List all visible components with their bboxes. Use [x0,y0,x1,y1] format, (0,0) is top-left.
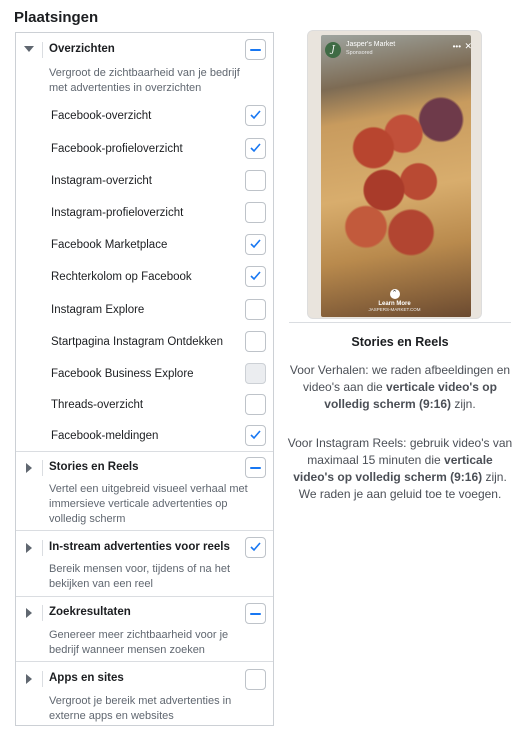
minus-icon [250,467,261,469]
group-desc-instream: Bereik mensen voor, tijdens of na het be… [49,563,230,590]
divider [16,451,273,452]
close-icon: ✕ [464,41,472,51]
check-icon [250,110,261,120]
checkbox-stories[interactable] [245,457,266,478]
p1-end: zijn. [451,397,476,411]
placements-panel: Overzichten Vergroot de zichtbaarheid va… [15,32,274,726]
placement-checkbox[interactable] [245,266,266,287]
checkbox-zoek[interactable] [245,603,266,624]
check-icon [250,542,261,552]
divider [42,42,43,58]
group-header-zoek[interactable]: Zoekresultaten [16,603,273,625]
chevron-up-icon: ⌃ [389,289,400,299]
placement-item-label: Facebook-profieloverzicht [51,143,183,155]
placement-checkbox[interactable] [245,425,266,446]
group-header-apps[interactable]: Apps en sites [16,669,273,691]
divider [42,540,43,556]
brand-name: Jasper's Market [346,41,396,48]
placement-item-label: Startpagina Instagram Ontdekken [51,336,223,348]
check-icon [250,239,261,249]
section-title: Plaatsingen [14,9,99,26]
chevron-right-icon[interactable] [26,608,32,618]
brand-logo: J [325,42,341,58]
preview-paragraph-1: Voor Verhalen: we raden afbeeldingen en … [287,362,513,413]
placement-item-label: Instagram-profieloverzicht [51,207,184,219]
checkbox-overzichten[interactable] [245,39,266,60]
placement-checkbox[interactable] [245,234,266,255]
minus-icon [250,613,261,615]
placement-checkbox[interactable] [245,202,266,223]
chevron-right-icon[interactable] [26,543,32,553]
group-desc-apps: Vergroot je bereik met advertenties in e… [49,695,232,722]
group-desc-zoek: Genereer meer zichtbaarheid voor je bedr… [49,629,229,656]
divider [42,671,43,687]
check-icon [250,430,261,440]
checkbox-apps[interactable] [245,669,266,690]
divider [16,596,273,597]
divider [16,530,273,531]
placement-checkbox[interactable] [245,138,266,159]
group-title-instream: In-stream advertenties voor reels [49,541,230,553]
divider [289,322,511,323]
group-header-overzichten[interactable]: Overzichten [16,40,273,62]
chevron-right-icon[interactable] [26,463,32,473]
group-title-apps: Apps en sites [49,672,124,684]
learn-more-cta: ⌃ Learn More JASPERS-MARKET.COM [308,289,481,312]
story-header: J Jasper's Market Sponsored ••• ✕ [325,40,477,60]
group-desc-stories: Vertel een uitgebreid visueel verhaal me… [49,483,248,525]
group-header-stories[interactable]: Stories en Reels [16,458,273,480]
placement-item-label: Instagram-overzicht [51,175,152,187]
placement-item-label: Facebook-meldingen [51,430,159,442]
checkbox-instream[interactable] [245,537,266,558]
group-title-overzichten: Overzichten [49,43,115,55]
chevron-right-icon[interactable] [26,674,32,684]
more-icon: ••• [452,42,461,51]
placement-checkbox[interactable] [245,299,266,320]
story-preview: J Jasper's Market Sponsored ••• ✕ ⌃ Lear… [307,30,482,319]
placement-item-label: Rechterkolom op Facebook [51,271,192,283]
placement-checkbox[interactable] [245,394,266,415]
sponsored-label: Sponsored [346,50,373,56]
minus-icon [250,49,261,51]
placement-item-label: Threads-overzicht [51,399,144,411]
group-title-stories: Stories en Reels [49,461,139,473]
placement-item-label: Facebook Business Explore [51,368,194,380]
placement-checkbox [245,363,266,384]
placement-checkbox[interactable] [245,331,266,352]
placement-item-label: Facebook-overzicht [51,110,152,122]
divider [42,605,43,621]
preview-url: JASPERS-MARKET.COM [368,307,421,312]
divider [16,661,273,662]
preview-paragraph-2: Voor Instagram Reels: gebruik video's va… [287,435,513,503]
placement-checkbox[interactable] [245,170,266,191]
divider [42,460,43,476]
check-icon [250,271,261,281]
placement-item-label: Instagram Explore [51,304,145,316]
preview-image [321,35,471,317]
preview-title: Stories en Reels [351,335,449,349]
check-icon [250,143,261,153]
group-desc-overzichten: Vergroot de zichtbaarheid van je bedrijf… [49,67,240,94]
placement-item-label: Facebook Marketplace [51,239,168,251]
group-header-instream[interactable]: In-stream advertenties voor reels [16,538,273,560]
chevron-down-icon[interactable] [24,46,34,52]
group-title-zoek: Zoekresultaten [49,606,131,618]
placement-checkbox[interactable] [245,105,266,126]
